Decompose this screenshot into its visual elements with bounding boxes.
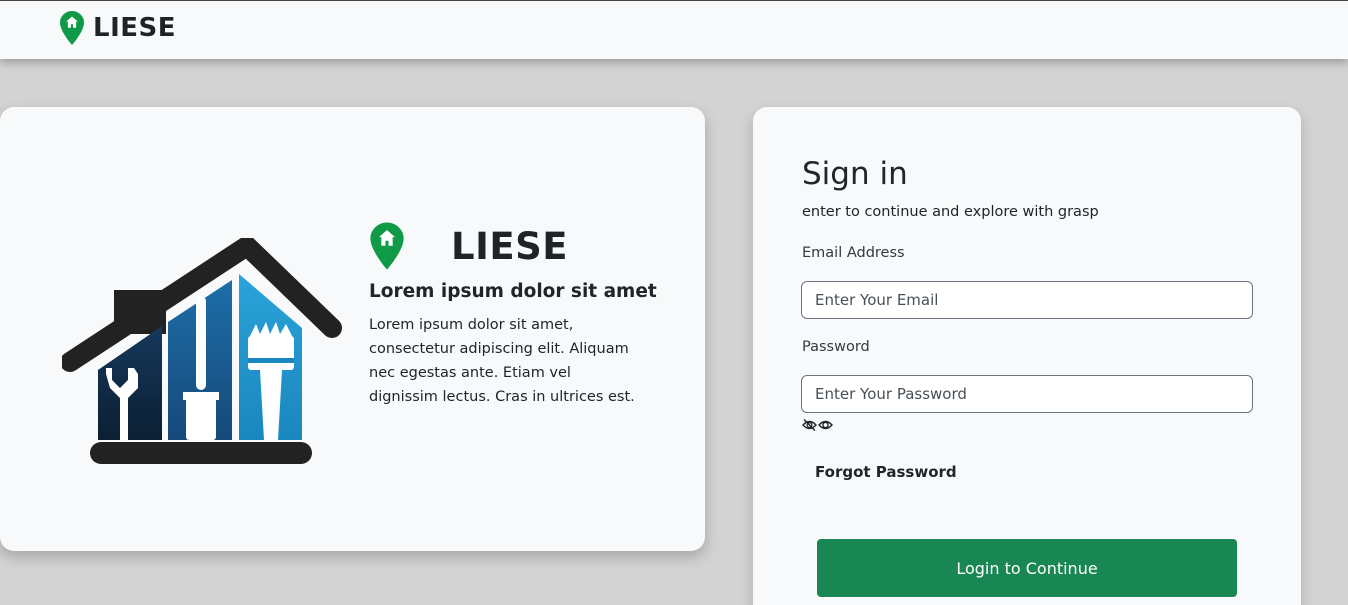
navbar-brand-name: LIESE bbox=[93, 13, 176, 43]
house-tools-illustration bbox=[62, 238, 342, 464]
password-label: Password bbox=[802, 339, 870, 355]
location-home-pin-icon bbox=[60, 11, 84, 45]
login-button[interactable]: Login to Continue bbox=[817, 539, 1237, 597]
password-field[interactable] bbox=[801, 375, 1253, 413]
card-brand-logo: LIESE bbox=[369, 219, 568, 273]
info-card-body: Lorem ipsum dolor sit amet, consectetur … bbox=[369, 317, 635, 405]
navbar-brand[interactable]: LIESE bbox=[59, 10, 176, 46]
signin-subtitle: enter to continue and explore with grasp bbox=[802, 204, 1099, 220]
email-label: Email Address bbox=[802, 245, 905, 261]
email-field[interactable] bbox=[801, 281, 1253, 319]
info-card-heading: Lorem ipsum dolor sit amet bbox=[369, 281, 657, 302]
top-navbar: LIESE bbox=[0, 0, 1348, 59]
location-home-pin-icon bbox=[370, 222, 404, 270]
card-brand-name: LIESE bbox=[451, 224, 569, 268]
eye-toggle-icon[interactable] bbox=[802, 418, 834, 432]
signin-title: Sign in bbox=[802, 156, 908, 192]
forgot-password-link[interactable]: Forgot Password bbox=[815, 463, 957, 481]
